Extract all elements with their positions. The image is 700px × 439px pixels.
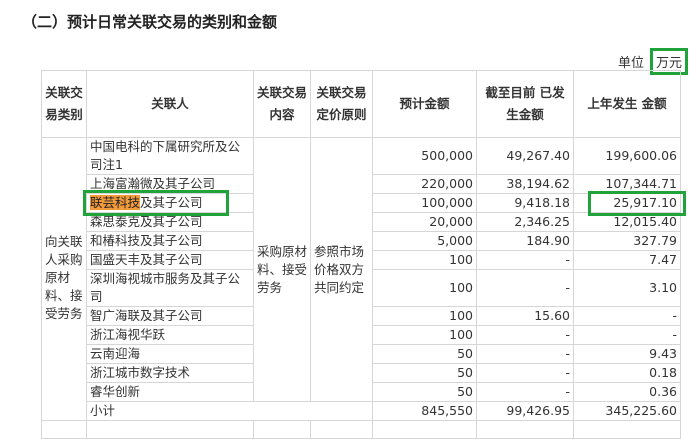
estimate-cell: 220,000 bbox=[372, 174, 477, 194]
ytd-cell: 38,194.62 bbox=[476, 174, 574, 194]
estimate-cell: 100 bbox=[372, 306, 477, 326]
estimate-cell: 5,000 bbox=[372, 231, 477, 251]
party-cell: 中国电科的下属研究所及公司注1 bbox=[86, 137, 254, 175]
content-cell: 采购原材料、接受劳务 bbox=[253, 137, 311, 402]
ytd-cell: - bbox=[476, 269, 574, 307]
ytd-cell: 184.90 bbox=[476, 231, 574, 251]
estimate-cell: 100 bbox=[372, 269, 477, 307]
ytd-cell: 2,346.25 bbox=[476, 212, 574, 232]
prev-year-cell: 199,600.06 bbox=[573, 137, 681, 175]
estimate-cell: 50 bbox=[372, 382, 477, 402]
header-prev-year: 上年发生 金额 bbox=[573, 70, 681, 138]
party-cell: 云南迎海 bbox=[86, 344, 254, 364]
estimate-cell: 500,000 bbox=[372, 137, 477, 175]
prev-year-cell: 3.10 bbox=[573, 269, 681, 307]
party-cell: 浙江海视华跃 bbox=[86, 325, 254, 345]
party-cell: 睿华创新 bbox=[86, 382, 254, 402]
header-content: 关联交易内容 bbox=[253, 70, 311, 138]
estimate-cell: 50 bbox=[372, 344, 477, 364]
prev-year-cell: 7.47 bbox=[573, 250, 681, 270]
ytd-cell: 15.60 bbox=[476, 306, 574, 326]
table-header: 关联交易类别 关联人 关联交易内容 关联交易定价原则 预计金额 截至目前 已发生… bbox=[41, 70, 681, 138]
party-cell: 智广海联及其子公司 bbox=[86, 306, 254, 326]
ytd-cell: 49,267.40 bbox=[476, 137, 574, 175]
header-party: 关联人 bbox=[86, 70, 254, 138]
prev-year-cell: - bbox=[573, 306, 681, 326]
table-row bbox=[41, 420, 681, 439]
related-transactions-table: 关联交易类别 关联人 关联交易内容 关联交易定价原则 预计金额 截至目前 已发生… bbox=[41, 70, 681, 439]
subtotal-estimate: 845,550 bbox=[372, 401, 477, 421]
table-row: 向关联人采购原材料、接受劳务 中国电科的下属研究所及公司注1 采购原材料、接受劳务参… bbox=[41, 137, 681, 421]
ytd-cell: - bbox=[476, 363, 574, 383]
prev-year-cell: 9.43 bbox=[573, 344, 681, 364]
highlight-box-party bbox=[83, 190, 229, 216]
subtotal-row: 小计 845,550 99,426.95 345,225.60 bbox=[42, 401, 681, 421]
header-ytd: 截至目前 已发生金额 bbox=[476, 70, 574, 138]
ytd-cell: 9,418.18 bbox=[476, 193, 574, 213]
category-cell: 向关联人采购原材料、接受劳务 bbox=[41, 137, 87, 421]
subtotal-label: 小计 bbox=[86, 401, 373, 421]
party-cell: 和椿科技及其子公司 bbox=[86, 231, 254, 251]
estimate-cell: 50 bbox=[372, 363, 477, 383]
pricing-cell: 参照市场价格双方共同约定 bbox=[310, 137, 373, 402]
estimate-cell: 20,000 bbox=[372, 212, 477, 232]
estimate-cell: 100 bbox=[372, 250, 477, 270]
prev-year-cell: 327.79 bbox=[573, 231, 681, 251]
party-cell: 浙江城市数字技术 bbox=[86, 363, 254, 383]
estimate-cell: 100 bbox=[372, 325, 477, 345]
header-estimate: 预计金额 bbox=[372, 70, 477, 138]
header-category: 关联交易类别 bbox=[41, 70, 87, 138]
unit-label: 单位 bbox=[617, 56, 644, 71]
subtotal-ytd: 99,426.95 bbox=[476, 401, 574, 421]
subtotal-prev-year: 345,225.60 bbox=[573, 401, 681, 421]
ytd-cell: - bbox=[476, 250, 574, 270]
party-cell: 深圳海视城市服务及其子公司 bbox=[86, 269, 254, 307]
prev-year-cell: 0.36 bbox=[573, 382, 681, 402]
header-pricing: 关联交易定价原则 bbox=[310, 70, 373, 138]
prev-year-cell: 0.18 bbox=[573, 363, 681, 383]
highlight-box-amount bbox=[588, 191, 686, 216]
ytd-cell: - bbox=[476, 325, 574, 345]
ytd-cell: - bbox=[476, 382, 574, 402]
estimate-cell: 100,000 bbox=[372, 193, 477, 213]
party-cell: 国盛天丰及其子公司 bbox=[86, 250, 254, 270]
prev-year-cell: - bbox=[573, 325, 681, 345]
ytd-cell: - bbox=[476, 344, 574, 364]
section-title: （二）预计日常关联交易的类别和金额 bbox=[22, 13, 278, 31]
